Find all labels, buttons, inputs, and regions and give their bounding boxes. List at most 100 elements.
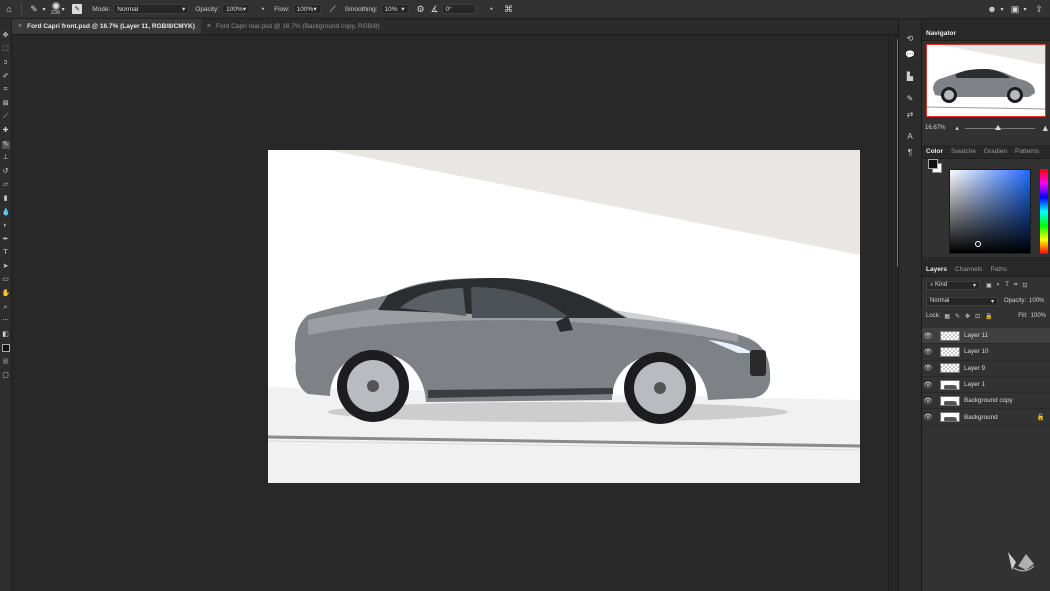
layer-row[interactable]: 👁 Background copy bbox=[922, 393, 1050, 410]
brush-settings-icon[interactable]: ✎ bbox=[904, 93, 916, 105]
smoothing-field[interactable]: 10% ▾ bbox=[380, 4, 409, 14]
filter-type-icon[interactable]: T bbox=[1005, 282, 1009, 288]
zoom-slider-knob[interactable] bbox=[994, 124, 1001, 130]
type-tool-icon[interactable]: T bbox=[2, 249, 10, 257]
lasso-tool-icon[interactable]: ↄ bbox=[2, 59, 10, 67]
foreground-color-swatch[interactable] bbox=[928, 159, 938, 169]
hue-slider[interactable] bbox=[1040, 169, 1048, 254]
filter-adjustment-icon[interactable]: ◐ bbox=[997, 282, 1001, 288]
paragraph-icon[interactable]: ¶ bbox=[904, 147, 916, 159]
filter-smart-object-icon[interactable]: ⊡ bbox=[1022, 282, 1027, 289]
foreground-color-swatch[interactable] bbox=[1, 344, 10, 353]
lock-position-icon[interactable]: ✥ bbox=[965, 313, 970, 320]
lock-pixels-icon[interactable]: ✎ bbox=[955, 313, 960, 320]
layer-row[interactable]: 👁 Background 🔒 bbox=[922, 409, 1050, 426]
opacity-value[interactable]: 100% bbox=[1029, 298, 1044, 304]
history-icon[interactable]: ⟲ bbox=[904, 33, 916, 45]
zoom-in-icon[interactable]: ▲ bbox=[1041, 123, 1050, 133]
history-brush-tool-icon[interactable]: ↺ bbox=[2, 168, 10, 176]
move-tool-icon[interactable]: ✥ bbox=[2, 32, 10, 40]
brush-tool-icon[interactable]: ✎ bbox=[1, 140, 10, 149]
fill-value[interactable]: 100% bbox=[1031, 313, 1046, 319]
tab-patterns[interactable]: Patterns bbox=[1015, 148, 1039, 155]
mode-select[interactable]: Normal ▾ bbox=[113, 4, 190, 14]
tab-paths[interactable]: Paths bbox=[990, 266, 1007, 273]
layer-row[interactable]: 👁 Layer 10 bbox=[922, 344, 1050, 361]
marquee-tool-icon[interactable]: ⬚ bbox=[2, 45, 10, 53]
clone-stamp-tool-icon[interactable]: ⊥ bbox=[2, 154, 10, 162]
color-picker-cursor[interactable] bbox=[975, 241, 981, 247]
character-icon[interactable]: A bbox=[904, 131, 916, 143]
crop-tool-icon[interactable]: ⌗ bbox=[2, 86, 10, 94]
hand-tool-icon[interactable]: ✋ bbox=[2, 290, 11, 298]
angle-field[interactable]: 0° bbox=[441, 4, 476, 14]
layer-row[interactable]: 👁 Layer 9 bbox=[922, 361, 1050, 377]
canvas-area[interactable] bbox=[12, 36, 888, 591]
share-icon[interactable]: ⇧ bbox=[1032, 2, 1046, 16]
workspace-icon[interactable]: ▣ bbox=[1008, 2, 1022, 16]
brush-tool-icon[interactable]: ✎ bbox=[27, 2, 41, 16]
adjustments-icon[interactable]: ⇄ bbox=[904, 109, 916, 121]
tab-swatches[interactable]: Swatche bbox=[951, 148, 976, 155]
tab-channels[interactable]: Channels bbox=[955, 266, 982, 273]
tab-navigator[interactable]: Navigator bbox=[926, 30, 956, 37]
frame-tool-icon[interactable]: ⊠ bbox=[2, 100, 10, 108]
close-icon[interactable]: × bbox=[18, 23, 22, 30]
flow-field[interactable]: 100% ▾ bbox=[292, 4, 321, 14]
dodge-tool-icon[interactable]: ◐ bbox=[2, 222, 10, 230]
document-canvas[interactable] bbox=[268, 150, 860, 483]
gear-icon[interactable]: ⚙ bbox=[414, 2, 428, 16]
brush-preset-picker[interactable]: 236 bbox=[51, 2, 60, 16]
filter-pixel-icon[interactable]: ▣ bbox=[986, 282, 992, 289]
airbrush-icon[interactable]: ⟋ bbox=[326, 2, 340, 16]
screen-mode-icon[interactable]: ▢ bbox=[2, 372, 10, 380]
lock-all-icon[interactable]: 🔒 bbox=[985, 313, 992, 320]
default-colors-icon[interactable]: ◧ bbox=[2, 331, 10, 339]
color-picker-field[interactable] bbox=[949, 169, 1031, 254]
pressure-size-icon[interactable]: ◔ bbox=[484, 2, 498, 16]
chevron-down-icon[interactable]: ▾ bbox=[41, 2, 47, 16]
histogram-icon[interactable]: ▙ bbox=[904, 71, 916, 83]
eye-icon[interactable]: 👁 bbox=[922, 381, 934, 389]
eye-icon[interactable]: 👁 bbox=[922, 348, 934, 356]
zoom-value[interactable]: 16.67% bbox=[925, 125, 945, 131]
chevron-down-icon[interactable]: ▾ bbox=[999, 2, 1005, 16]
user-icon[interactable]: ☻ bbox=[985, 2, 999, 16]
opacity-field[interactable]: 100% ▾ bbox=[222, 4, 251, 14]
gradient-tool-icon[interactable]: ▮ bbox=[2, 195, 10, 203]
tab-color[interactable]: Color bbox=[926, 148, 943, 155]
tab-rear-psd[interactable]: × Ford Capri rear.psd @ 16.7% (Backgroun… bbox=[201, 19, 386, 34]
filter-shape-icon[interactable]: ⌗ bbox=[1014, 282, 1017, 289]
quick-select-tool-icon[interactable]: ✐ bbox=[2, 73, 10, 81]
zoom-slider[interactable] bbox=[964, 124, 1035, 130]
blur-tool-icon[interactable]: 💧 bbox=[2, 209, 11, 217]
lock-artboard-icon[interactable]: ⊡ bbox=[975, 313, 980, 320]
layer-row[interactable]: 👁 Layer 11 bbox=[922, 328, 1050, 345]
filter-kind-select[interactable]: ⌕ Kind ▾ bbox=[926, 280, 980, 290]
healing-brush-tool-icon[interactable]: ✚ bbox=[2, 127, 10, 135]
lock-transparency-icon[interactable]: ▦ bbox=[944, 313, 950, 320]
path-select-tool-icon[interactable]: ➤ bbox=[2, 263, 10, 271]
pressure-opacity-icon[interactable]: ◔ bbox=[255, 2, 269, 16]
more-tools-icon[interactable]: ⋯ bbox=[2, 317, 10, 325]
eye-icon[interactable]: 👁 bbox=[922, 413, 934, 421]
layer-row[interactable]: 👁 Layer 1 bbox=[922, 377, 1050, 394]
close-icon[interactable]: × bbox=[207, 23, 211, 30]
comments-icon[interactable]: 💬 bbox=[904, 49, 916, 61]
tab-layers[interactable]: Layers bbox=[926, 266, 947, 273]
zoom-out-icon[interactable]: ▴ bbox=[955, 124, 959, 132]
tab-gradients[interactable]: Gradien bbox=[984, 148, 1007, 155]
eye-icon[interactable]: 👁 bbox=[922, 397, 934, 405]
quick-mask-icon[interactable]: ◎ bbox=[2, 358, 10, 366]
chevron-down-icon[interactable]: ▾ bbox=[1022, 2, 1028, 16]
chevron-down-icon[interactable]: ▾ bbox=[60, 2, 66, 16]
eye-icon[interactable]: 👁 bbox=[922, 332, 934, 340]
navigator-preview[interactable] bbox=[926, 44, 1046, 117]
vertical-scrollbar[interactable] bbox=[888, 36, 902, 591]
eyedropper-tool-icon[interactable]: ⟋ bbox=[2, 113, 10, 121]
brush-settings-icon[interactable]: ✎ bbox=[72, 4, 83, 14]
blend-mode-select[interactable]: Normal ▾ bbox=[926, 296, 998, 306]
pen-tool-icon[interactable]: ✒ bbox=[2, 236, 10, 244]
eye-icon[interactable]: 👁 bbox=[922, 364, 934, 372]
symmetry-icon[interactable]: ⌘ bbox=[502, 2, 516, 16]
